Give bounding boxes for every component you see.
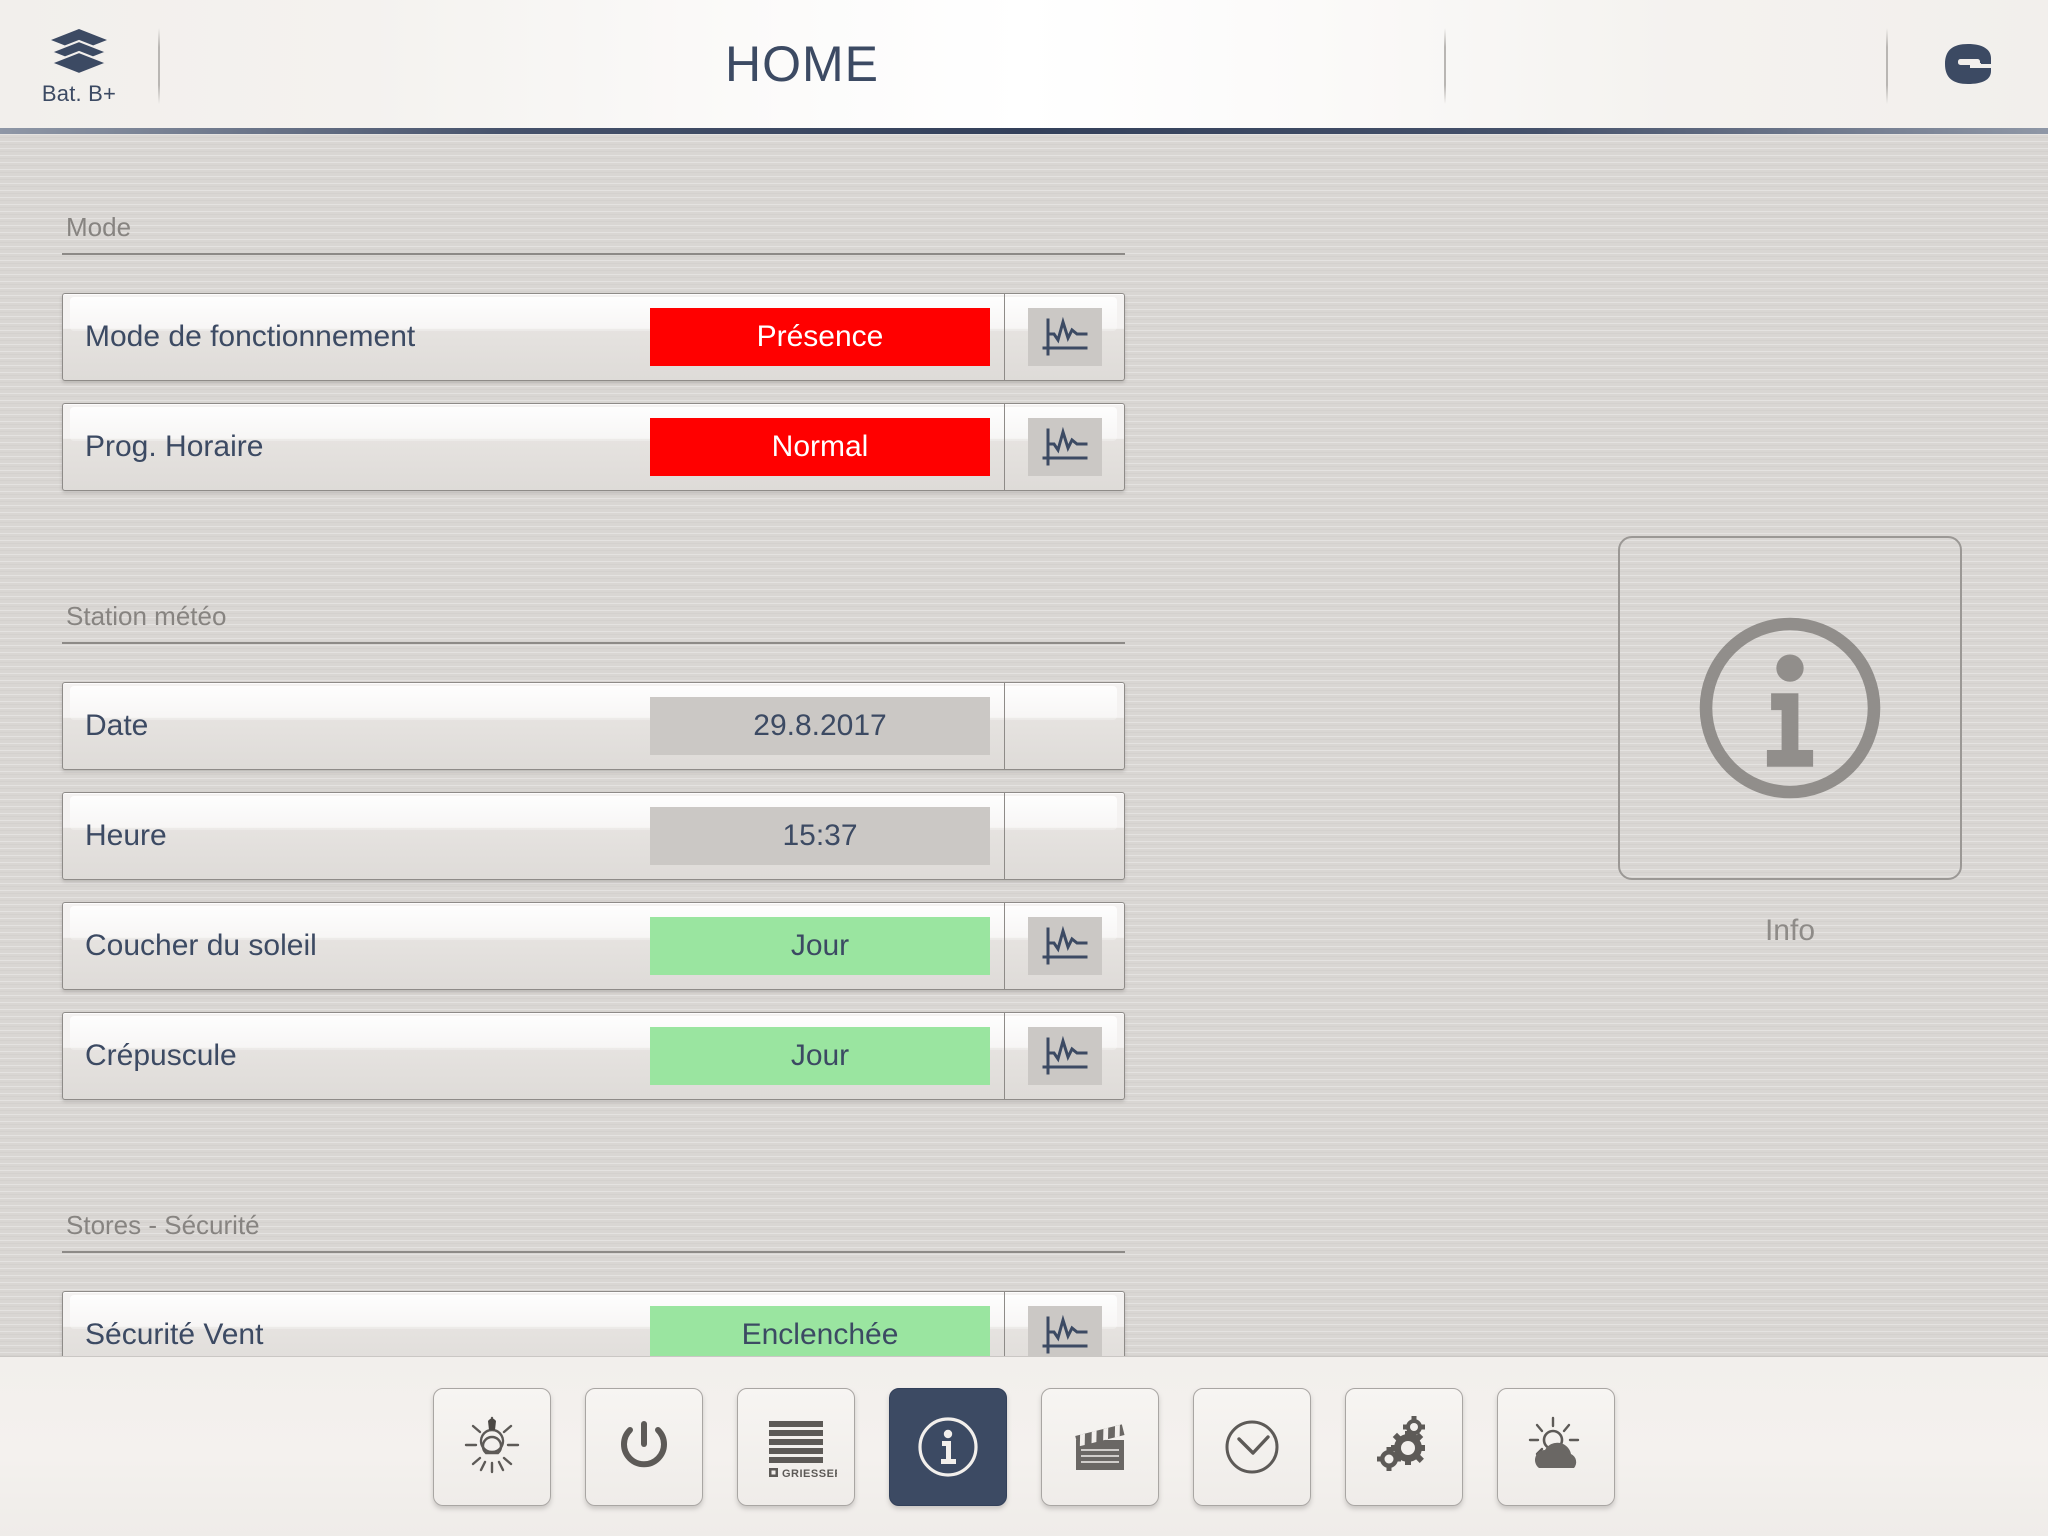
chart-button[interactable] <box>1027 418 1102 476</box>
layers-icon <box>49 27 109 75</box>
toolbar-button-blinds[interactable]: GRIESSER <box>737 1387 855 1506</box>
chart-button[interactable] <box>1027 308 1102 366</box>
page-title: HOME <box>725 36 879 92</box>
section-title: Mode <box>62 212 1125 255</box>
row-action-cell <box>1005 1013 1124 1099</box>
weather-sun-cloud-icon <box>1515 1406 1597 1488</box>
bottom-toolbar: GRIESSER <box>0 1356 2048 1536</box>
row-value-badge: 29.8.2017 <box>650 697 990 755</box>
row-action-cell <box>1005 1292 1124 1356</box>
table-row[interactable]: Crépuscule Jour <box>62 1012 1125 1100</box>
table-row[interactable]: Coucher du soleil Jour <box>62 902 1125 990</box>
info-panel-caption: Info <box>1764 914 1816 947</box>
scroll-area[interactable]: Mode Mode de fonctionnement Présence Pro… <box>0 134 2048 1356</box>
row-label: Crépuscule <box>85 1039 237 1072</box>
chart-button[interactable] <box>1027 917 1102 975</box>
toolbar-button-scenes[interactable] <box>1041 1387 1159 1506</box>
row-value-badge[interactable]: Jour <box>650 917 990 975</box>
main-content: Mode Mode de fonctionnement Présence Pro… <box>0 134 2048 1356</box>
table-row[interactable]: Sécurité Vent Enclenchée <box>62 1291 1125 1356</box>
toolbar-button-schedule[interactable] <box>1193 1387 1311 1506</box>
toolbar-button-info[interactable] <box>889 1387 1007 1506</box>
chart-button-placeholder <box>1028 807 1102 865</box>
row-label: Coucher du soleil <box>85 929 317 962</box>
row-value-badge[interactable]: Présence <box>650 308 990 366</box>
chart-icon <box>1039 1314 1091 1356</box>
table-row[interactable]: Mode de fonctionnement Présence <box>62 293 1125 381</box>
toolbar-button-weather[interactable] <box>1497 1387 1615 1506</box>
header-brand-logo[interactable] <box>1888 0 2048 128</box>
section-station-meteo: Station météo Date 29.8.2017 Heure 15:37 <box>62 601 1125 1100</box>
row-label: Prog. Horaire <box>85 430 264 463</box>
row-label: Mode de fonctionnement <box>85 320 416 353</box>
toolbar-button-lighting[interactable] <box>433 1387 551 1506</box>
section-stores-securite: Stores - Sécurité Sécurité Vent Enclench… <box>62 1210 1125 1356</box>
info-tile-button[interactable] <box>1618 536 1962 880</box>
row-label: Sécurité Vent <box>85 1318 264 1351</box>
e-logo <box>1941 41 1995 87</box>
chart-button[interactable] <box>1027 1027 1102 1085</box>
section-title: Stores - Sécurité <box>62 1210 1125 1253</box>
app-header: Bat. B+ HOME <box>0 0 2048 134</box>
settings-list-column: Mode Mode de fonctionnement Présence Pro… <box>62 134 1125 1356</box>
header-title-area: HOME <box>160 0 1444 128</box>
lightbulb-icon <box>451 1406 533 1488</box>
chart-icon <box>1039 925 1091 967</box>
blinds-icon: GRIESSER <box>755 1406 837 1488</box>
header-spacer <box>1446 0 1886 128</box>
table-row[interactable]: Heure 15:37 <box>62 792 1125 880</box>
gears-icon <box>1363 1406 1445 1488</box>
clock-icon <box>1211 1406 1293 1488</box>
chart-icon <box>1039 426 1091 468</box>
header-building-label: Bat. B+ <box>41 81 117 106</box>
row-label: Date <box>85 709 149 742</box>
chart-icon <box>1039 1035 1091 1077</box>
app-root: Bat. B+ HOME Mode Mode de fonctionnement… <box>0 0 2048 1536</box>
header-building-selector[interactable]: Bat. B+ <box>0 0 158 128</box>
row-action-cell <box>1005 903 1124 989</box>
section-mode: Mode Mode de fonctionnement Présence Pro… <box>62 212 1125 491</box>
row-value-badge[interactable]: Normal <box>650 418 990 476</box>
table-row[interactable]: Date 29.8.2017 <box>62 682 1125 770</box>
chart-button-placeholder <box>1028 697 1102 755</box>
section-title: Station météo <box>62 601 1125 644</box>
power-icon <box>603 1406 685 1488</box>
row-action-cell <box>1005 404 1124 490</box>
chart-button[interactable] <box>1027 1306 1102 1356</box>
table-row[interactable]: Prog. Horaire Normal <box>62 403 1125 491</box>
info-circle-icon <box>1685 603 1895 813</box>
row-label: Heure <box>85 819 167 852</box>
chart-icon <box>1039 316 1091 358</box>
row-action-cell <box>1005 294 1124 380</box>
svg-text:GRIESSER: GRIESSER <box>782 1468 837 1480</box>
clapperboard-icon <box>1059 1406 1141 1488</box>
row-value-badge[interactable]: Enclenchée <box>650 1306 990 1356</box>
info-circle-icon <box>907 1406 989 1488</box>
row-action-cell <box>1005 683 1124 769</box>
toolbar-button-settings[interactable] <box>1345 1387 1463 1506</box>
row-value-badge[interactable]: Jour <box>650 1027 990 1085</box>
info-panel: Info <box>1618 536 1962 948</box>
row-value-badge: 15:37 <box>650 807 990 865</box>
toolbar-button-power[interactable] <box>585 1387 703 1506</box>
row-action-cell <box>1005 793 1124 879</box>
